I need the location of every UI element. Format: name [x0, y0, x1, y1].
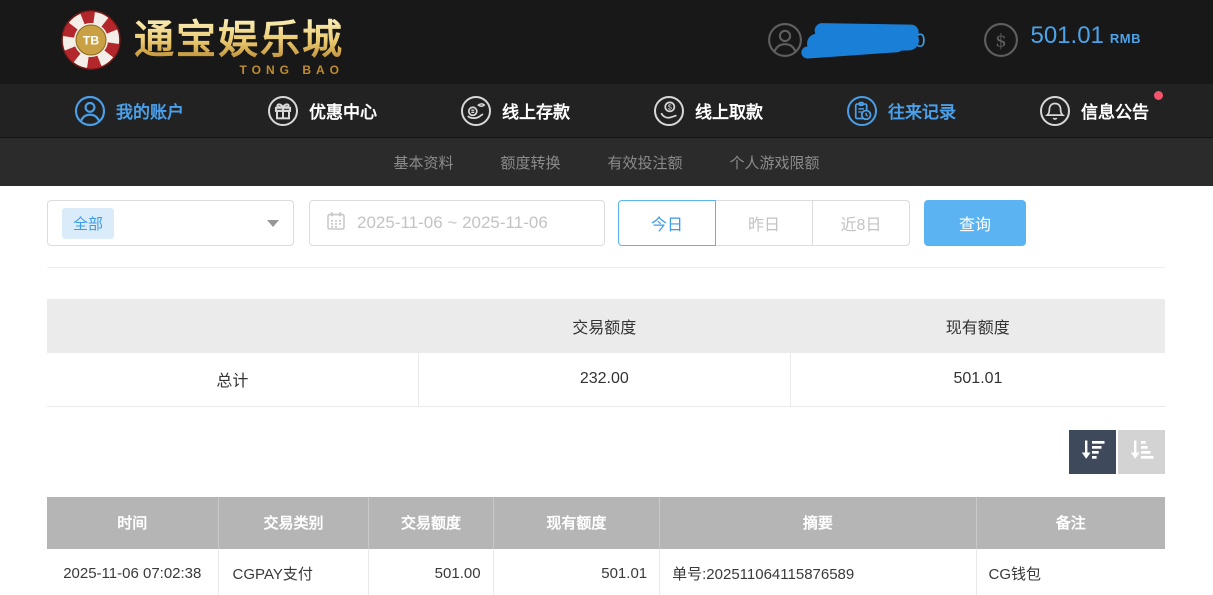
summary-transaction-amount: 232.00	[418, 353, 790, 406]
subnav-item-credit-transfer[interactable]: 额度转换	[500, 152, 560, 173]
nav-item-promotions[interactable]: 优惠中心	[267, 95, 377, 127]
main-nav: 我的账户 优惠中心 线上存款	[0, 84, 1213, 137]
filter-toolbar: 全部 2025-11-06 ~ 2025-11-06 今日	[47, 200, 1165, 246]
deposit-icon	[460, 95, 492, 127]
nav-label: 信息公告	[1081, 98, 1149, 123]
records-page-content: 全部 2025-11-06 ~ 2025-11-06 今日	[0, 186, 1213, 595]
search-button[interactable]: 查询	[924, 200, 1026, 246]
summary-header-current-balance: 现有额度	[790, 299, 1165, 353]
svg-text:$: $	[996, 30, 1007, 51]
sort-controls	[47, 430, 1165, 474]
user-account-chip[interactable]: 0	[767, 22, 926, 63]
nav-item-records[interactable]: 往来记录	[846, 95, 956, 127]
sort-ascending-icon	[1128, 438, 1155, 465]
record-summary: 单号:202511064115876589	[660, 549, 976, 595]
nav-label: 我的账户	[116, 98, 184, 123]
summary-header-empty	[47, 299, 418, 353]
nav-item-announcements[interactable]: 信息公告	[1039, 95, 1149, 127]
dollar-icon: $	[983, 22, 1019, 63]
summary-table: 交易额度 现有额度 总计 232.00 501.01	[47, 299, 1165, 407]
transaction-type-select[interactable]: 全部	[47, 200, 294, 246]
notification-dot	[1154, 91, 1163, 100]
range-button-last-8-days[interactable]: 近8日	[812, 200, 910, 246]
record-type: CGPAY支付	[218, 549, 369, 595]
date-range-value: 2025-11-06 ~ 2025-11-06	[357, 213, 548, 233]
summary-total-row: 总计 232.00 501.01	[47, 353, 1165, 406]
record-amount: 501.00	[369, 549, 493, 595]
subnav-item-valid-bets[interactable]: 有效投注额	[608, 152, 683, 173]
user-icon	[74, 95, 106, 127]
record-time: 2025-11-06 07:02:38	[47, 549, 218, 595]
range-button-yesterday[interactable]: 昨日	[715, 200, 813, 246]
records-header-remark: 备注	[976, 497, 1165, 549]
top-header: TB 通宝娱乐城 TONG BAO 0 $ 501.01 RMB	[0, 0, 1213, 84]
records-header-balance: 现有额度	[493, 497, 660, 549]
records-header-type: 交易类别	[218, 497, 369, 549]
calendar-icon	[326, 211, 346, 236]
table-row: 2025-11-06 07:02:38 CGPAY支付 501.00 501.0…	[47, 549, 1165, 595]
svg-text:TB: TB	[83, 33, 100, 47]
summary-total-label: 总计	[47, 353, 418, 406]
brand-name-cn: 通宝娱乐城	[134, 18, 344, 62]
withdraw-icon: $	[653, 95, 685, 127]
quick-range-button-group: 今日 昨日 近8日	[618, 200, 910, 246]
records-icon	[846, 95, 878, 127]
brand-text: 通宝娱乐城 TONG BAO	[134, 7, 344, 77]
transaction-records-table: 时间 交易类别 交易额度 现有额度 摘要 备注 2025-11-06 07:02…	[47, 497, 1165, 595]
selected-type-chip: 全部	[62, 208, 114, 239]
account-sub-nav: 基本资料 额度转换 有效投注额 个人游戏限额	[0, 137, 1213, 186]
brand-name-en: TONG BAO	[240, 63, 344, 77]
records-header-row: 时间 交易类别 交易额度 现有额度 摘要 备注	[47, 497, 1165, 549]
records-header-summary: 摘要	[660, 497, 976, 549]
sort-descending-icon	[1079, 438, 1106, 465]
summary-header-row: 交易额度 现有额度	[47, 299, 1165, 353]
chevron-down-icon	[267, 220, 279, 227]
username-redaction-scribble	[807, 30, 920, 54]
bell-icon	[1039, 95, 1071, 127]
nav-label: 线上存款	[502, 98, 570, 123]
records-header-time: 时间	[47, 497, 218, 549]
brand-logo[interactable]: TB 通宝娱乐城 TONG BAO	[60, 7, 344, 77]
balance-currency: RMB	[1110, 31, 1141, 46]
summary-header-transaction-amount: 交易额度	[418, 299, 790, 353]
subnav-item-basic-info[interactable]: 基本资料	[393, 152, 453, 173]
subnav-item-game-limits[interactable]: 个人游戏限额	[730, 152, 820, 173]
balance-display: $ 501.01 RMB	[983, 22, 1141, 63]
date-range-input[interactable]: 2025-11-06 ~ 2025-11-06	[309, 200, 605, 246]
record-remark: CG钱包	[976, 549, 1165, 595]
summary-current-balance: 501.01	[790, 353, 1165, 406]
record-balance: 501.01	[493, 549, 660, 595]
gift-icon	[267, 95, 299, 127]
nav-label: 线上取款	[695, 98, 763, 123]
svg-text:$: $	[668, 102, 672, 111]
nav-item-deposit[interactable]: 线上存款	[460, 95, 570, 127]
section-divider	[47, 267, 1165, 268]
chip-logo-icon: TB	[60, 9, 122, 76]
nav-item-withdraw[interactable]: $ 线上取款	[653, 95, 763, 127]
sort-ascending-button[interactable]	[1118, 430, 1165, 474]
nav-label: 往来记录	[888, 98, 956, 123]
nav-item-my-account[interactable]: 我的账户	[74, 95, 184, 127]
user-icon	[767, 22, 803, 63]
balance-amount: 501.01	[1030, 22, 1103, 50]
sort-descending-button[interactable]	[1069, 430, 1116, 474]
nav-label: 优惠中心	[309, 98, 377, 123]
range-button-today[interactable]: 今日	[618, 200, 716, 246]
records-header-amount: 交易额度	[369, 497, 493, 549]
